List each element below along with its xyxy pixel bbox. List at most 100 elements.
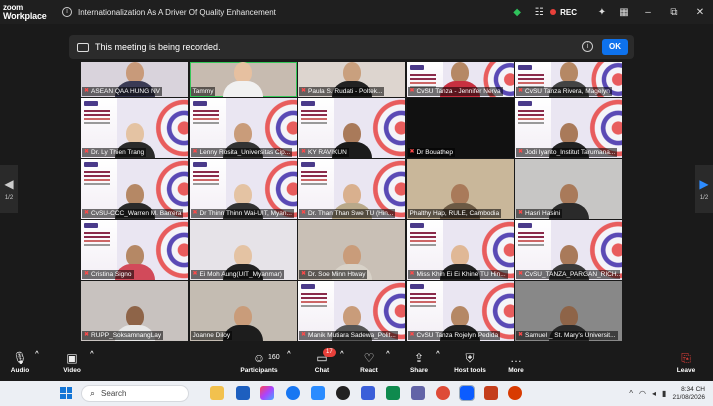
video-button[interactable]: ▣ Video xyxy=(60,350,84,374)
record-dot-icon xyxy=(550,9,557,15)
chatgpt-icon[interactable] xyxy=(336,386,350,400)
close-button[interactable]: ✕ xyxy=(687,7,713,18)
wifi-icon[interactable]: ◠ xyxy=(639,389,646,398)
taskbar-clock[interactable]: 8:34 CH 21/08/2026 xyxy=(672,386,705,402)
system-tray: ^ ◠ ◂ ▮ 8:34 CH 21/08/2026 xyxy=(629,381,713,406)
security-shield-icon[interactable]: ◆ xyxy=(506,7,528,18)
copilot-icon[interactable] xyxy=(260,386,274,400)
participant-tile[interactable]: ✖ CvSU Tanza Rojelyn Pedida xyxy=(406,281,514,341)
participant-name-label: ✖ Dr Bouathep xyxy=(407,148,456,157)
recording-indicator[interactable]: REC xyxy=(550,8,577,17)
chat-options-caret[interactable]: ^ xyxy=(340,350,344,357)
participant-tile[interactable]: ✖ CvSU Tanza Rivera, Magelyn xyxy=(515,62,622,97)
participant-name: CvSU-CCC_Warren M. Barrera xyxy=(91,210,182,217)
magic-wand-icon[interactable]: ✦ xyxy=(591,7,613,18)
participant-name: Lenny Rosita_Universitas Cip... xyxy=(199,149,291,156)
participant-tile[interactable]: ✖ Dr. Ly Thien Trang xyxy=(81,98,188,158)
more-button[interactable]: … More xyxy=(505,350,527,374)
view-grid-icon[interactable]: ▦ xyxy=(613,7,635,18)
host-tools-button[interactable]: ⛨ Host tools xyxy=(452,350,488,374)
chevron-left-icon: ◀ xyxy=(4,177,14,191)
participant-name: Dr. Ly Thien Trang xyxy=(91,149,145,156)
participant-name: Tammy xyxy=(192,88,214,95)
banner-info-icon[interactable]: i xyxy=(582,41,593,52)
zoom-taskbar-icon[interactable] xyxy=(459,385,475,401)
facebook-icon[interactable] xyxy=(286,386,300,400)
excel-icon[interactable] xyxy=(386,386,400,400)
previous-page-button[interactable]: ◀ 1/2 xyxy=(0,165,18,213)
muted-mic-icon: ✖ xyxy=(301,271,307,277)
participant-name: Paula S. Rudati - Poltek... xyxy=(308,88,383,95)
zalo-icon[interactable] xyxy=(311,386,325,400)
participant-tile[interactable]: ✖ Dr Bouathep xyxy=(406,98,514,158)
participant-tile[interactable]: ✖ ASEAN QAA HUNG NV xyxy=(81,62,188,97)
participant-tile[interactable]: ✖ Manik Mutiara Sadewa_Polit... xyxy=(298,281,405,341)
muted-mic-icon: ✖ xyxy=(518,332,524,338)
muted-mic-icon: ✖ xyxy=(192,149,198,155)
react-button[interactable]: ♡ React xyxy=(358,350,380,374)
docs-icon[interactable] xyxy=(361,386,375,400)
participant-tile[interactable]: ✖ CvSU-CCC_Warren M. Barrera xyxy=(81,159,188,219)
participant-tile[interactable]: ✖ CvSU Tanza - Jennifer Nerva xyxy=(406,62,514,97)
muted-mic-icon: ✖ xyxy=(518,88,524,94)
participant-tile[interactable]: ✖ Dr Thinn Thinn Wai-UIT, Myan... xyxy=(189,159,297,219)
logo-line2: Workplace xyxy=(3,11,47,21)
participant-tile[interactable]: Tammy xyxy=(189,62,297,97)
more-label: More xyxy=(508,367,524,374)
volume-icon[interactable]: ◂ xyxy=(652,389,656,398)
battery-icon[interactable]: ▮ xyxy=(662,389,666,398)
participant-name: Manik Mutiara Sadewa_Polit... xyxy=(308,332,396,339)
participants-options-caret[interactable]: ^ xyxy=(287,350,291,357)
participant-name: CvSU_TANZA_PARGAN_RICH... xyxy=(525,271,620,278)
participant-tile[interactable]: Phalthy Hap, RULE, Cambodia xyxy=(406,159,514,219)
participant-tile[interactable]: ✖ RUPP_SoksamnangLay xyxy=(81,281,188,341)
participant-tile[interactable]: Joanne Diloy xyxy=(189,281,297,341)
muted-mic-icon: ✖ xyxy=(409,149,415,155)
participant-tile[interactable]: ✖ Lenny Rosita_Universitas Cip... xyxy=(189,98,297,158)
participant-tile[interactable]: ✖ Dr. Than Than Swe TU (Hin... xyxy=(298,159,405,219)
file-explorer-icon[interactable] xyxy=(210,386,224,400)
participant-name-label: ✖ Lenny Rosita_Universitas Cip... xyxy=(190,148,293,157)
participant-name: RUPP_SoksamnangLay xyxy=(91,332,162,339)
banner-ok-button[interactable]: OK xyxy=(602,39,628,55)
participant-name: CvSU Tanza - Jennifer Nerva xyxy=(416,88,501,95)
participant-tile[interactable]: ✖ Jodi Iyanto_Institut Tarumana... xyxy=(515,98,622,158)
minimize-button[interactable]: – xyxy=(635,7,661,18)
participant-tile[interactable]: ✖ Hasri Hasini xyxy=(515,159,622,219)
browser-icon[interactable] xyxy=(508,386,522,400)
chrome-icon[interactable] xyxy=(436,386,450,400)
share-options-caret[interactable]: ^ xyxy=(436,350,440,357)
participant-tile[interactable]: ✖ KY RAVIKUN xyxy=(298,98,405,158)
mail-icon[interactable] xyxy=(236,386,250,400)
participant-tile[interactable]: ✖ Cristina Signo xyxy=(81,220,188,280)
powerpoint-icon[interactable] xyxy=(484,386,498,400)
muted-mic-icon: ✖ xyxy=(409,332,415,338)
muted-mic-icon: ✖ xyxy=(84,332,90,338)
teams-icon[interactable] xyxy=(411,386,425,400)
tray-caret-icon[interactable]: ^ xyxy=(629,389,633,398)
audio-button[interactable]: 🎙︎ Audio xyxy=(8,350,32,374)
audio-options-caret[interactable]: ^ xyxy=(35,350,39,357)
next-page-button[interactable]: ▶ 1/2 xyxy=(695,165,713,213)
participant-name-label: ✖ Paula S. Rudati - Poltek... xyxy=(299,87,385,96)
participant-tile[interactable]: ✖ Paula S. Rudati - Poltek... xyxy=(298,62,405,97)
windows-start-icon[interactable] xyxy=(60,387,72,399)
participant-tile[interactable]: ✖ Miss Khin Ei Ei Khine TU Hin... xyxy=(406,220,514,280)
restore-button[interactable]: ⧉ xyxy=(661,7,687,18)
leave-label: Leave xyxy=(676,367,696,374)
video-label: Video xyxy=(63,367,81,374)
participant-tile[interactable]: ✖ Dr. Soe Minn Htway xyxy=(298,220,405,280)
meeting-info-icon[interactable]: i xyxy=(62,7,72,17)
video-options-caret[interactable]: ^ xyxy=(90,350,94,357)
participant-name: CvSU Tanza Rivera, Magelyn xyxy=(525,88,610,95)
participant-tile[interactable]: ✖ Samuel _ St. Mary's Universit... xyxy=(515,281,622,341)
clock-time: 8:34 CH xyxy=(681,385,705,393)
react-options-caret[interactable]: ^ xyxy=(386,350,390,357)
leave-button[interactable]: ⎘ Leave xyxy=(674,350,698,374)
taskbar-search[interactable]: ⌕ Search xyxy=(81,385,189,402)
notes-icon[interactable]: ☷ xyxy=(528,7,550,18)
participant-tile[interactable]: ✖ CvSU_TANZA_PARGAN_RICH... xyxy=(515,220,622,280)
muted-mic-icon: ✖ xyxy=(84,271,90,277)
participant-tile[interactable]: ✖ Ei Moh Aung(UIT_Myanmar) xyxy=(189,220,297,280)
share-button[interactable]: ⇪ Share xyxy=(408,350,430,374)
